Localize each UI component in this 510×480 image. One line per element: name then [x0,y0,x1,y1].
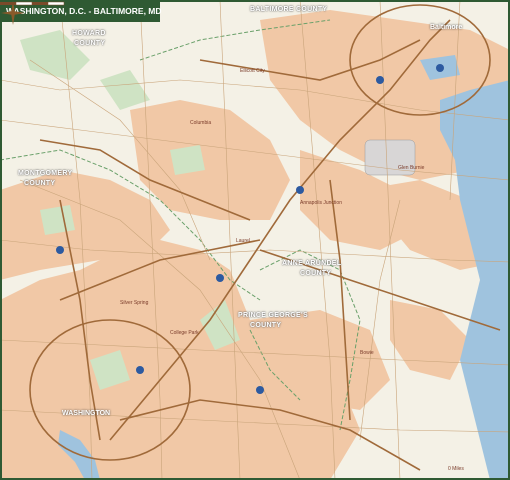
region-label-prince-georges: PRINCE GEORGE'S [238,312,308,319]
city-label-glen-burnie: Glen Burnie [398,165,425,171]
city-label-ellicott-city: Ellicott City [240,68,265,74]
city-label-baltimore: Baltimore [430,24,463,31]
city-label-columbia: Columbia [190,120,212,126]
city-label-washington: WASHINGTON [62,410,111,417]
region-label-montgomery: MONTGOMERY [18,170,73,177]
region-label-prince-georges-county: COUNTY [250,322,282,329]
map: WASHINGTON, D.C. - BALTIMORE, MD BALTIMO… [0,0,510,480]
city-label-college-park: College Park [170,330,199,336]
region-label-baltimore-county: BALTIMORE COUNTY [250,6,328,13]
region-label-howard-county: COUNTY [74,40,106,47]
region-label-anne-arundel: ANNE ARUNDEL [282,260,342,267]
city-label-silver-spring: Silver Spring [120,300,149,306]
region-label-howard: HOWARD [72,30,106,37]
region-label-montgomery-county: COUNTY [24,180,56,187]
scale-bar [0,1,65,6]
scale-label: 0 Miles [448,466,464,472]
city-label-bowie: Bowie [360,350,374,356]
city-label-laurel: Laurel [236,238,250,244]
city-label-annapolis-junction: Annapolis Junction [300,200,342,206]
region-label-anne-arundel-county: COUNTY [300,270,332,277]
